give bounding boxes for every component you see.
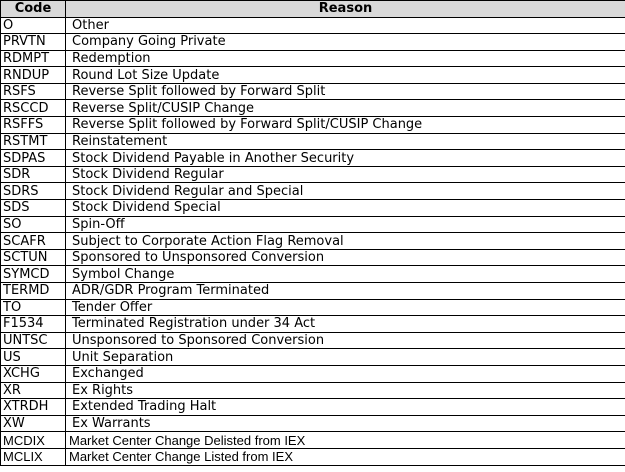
reason-cell: Stock Dividend Special (65, 199, 625, 217)
table-row: SYMCD Symbol Change (0, 265, 625, 283)
table-row: F1534 Terminated Registration under 34 Ac… (0, 315, 625, 333)
table-row: MCDIX Market Center Change Delisted from … (0, 431, 625, 449)
code-cell: RDMPT (0, 49, 66, 68)
table-row: SDRS Stock Dividend Regular and Special (0, 182, 625, 201)
reason-cell: Exchanged (65, 364, 625, 383)
table-row: SDPAS Stock Dividend Payable in Another S… (0, 149, 625, 167)
table-row: SDR Stock Dividend Regular (0, 165, 625, 184)
reason-cell: Ex Warrants (65, 414, 625, 433)
reason-cell: Unit Separation (65, 348, 625, 366)
reason-cell: Reverse Split/CUSIP Change (65, 99, 625, 118)
table-row: XCHG Exchanged (0, 364, 625, 383)
reason-cell: Other (65, 16, 625, 35)
reason-cell: Redemption (65, 49, 625, 68)
code-cell: F1534 (0, 315, 66, 333)
reason-cell: Tender Offer (65, 298, 625, 317)
code-cell: XTRDH (0, 398, 66, 416)
table-row: TERMD ADR/GDR Program Terminated (0, 282, 625, 300)
reason-cell: Stock Dividend Regular and Special (65, 182, 625, 201)
reason-cell: Ex Rights (65, 381, 625, 400)
table-row: RSFFS Reverse Split followed by Forward S… (0, 116, 625, 134)
reason-cell: Extended Trading Halt (65, 398, 625, 416)
reason-cell: Market Center Change Delisted from IEX (65, 431, 625, 449)
reason-cell: Terminated Registration under 34 Act (65, 315, 625, 333)
table-row: O Other (0, 16, 625, 35)
reason-codes-table: Code Reason O Other PRVTN Company Going Pri… (0, 0, 625, 466)
code-column-header: Code (0, 0, 66, 18)
code-cell: XR (0, 381, 66, 400)
table-row: XW Ex Warrants (0, 414, 625, 433)
table-header-row: Code Reason (0, 0, 625, 18)
reason-cell: Subject to Corporate Action Flag Removal (65, 232, 625, 250)
code-cell: RSTMT (0, 132, 66, 151)
code-cell: XW (0, 414, 66, 433)
table-row: SDS Stock Dividend Special (0, 199, 625, 217)
code-cell: RNDUP (0, 66, 66, 84)
table-row: PRVTN Company Going Private (0, 33, 625, 51)
table-row: RDMPT Redemption (0, 49, 625, 68)
code-cell: SCAFR (0, 232, 66, 250)
reason-cell: Unsponsored to Sponsored Conversion (65, 331, 625, 350)
code-cell: SDS (0, 199, 66, 217)
code-cell: XCHG (0, 364, 66, 383)
reason-cell: Market Center Change Listed from IEX (65, 447, 625, 466)
code-cell: RSCCD (0, 99, 66, 118)
code-cell: RSFFS (0, 116, 66, 134)
table-row: UNTSC Unsponsored to Sponsored Conversion (0, 331, 625, 350)
reason-cell: Sponsored to Unsponsored Conversion (65, 248, 625, 267)
code-cell: US (0, 348, 66, 366)
table-body: O Other PRVTN Company Going Private RDMPT Red… (0, 16, 625, 466)
code-cell: SDR (0, 165, 66, 184)
table-row: SCTUN Sponsored to Unsponsored Conversion (0, 248, 625, 267)
code-cell: SYMCD (0, 265, 66, 283)
table-row: RSFS Reverse Split followed by Forward Sp… (0, 82, 625, 101)
reason-cell: ADR/GDR Program Terminated (65, 282, 625, 300)
table-row: XTRDH Extended Trading Halt (0, 398, 625, 416)
code-cell: SDPAS (0, 149, 66, 167)
reason-cell: Stock Dividend Regular (65, 165, 625, 184)
reason-cell: Round Lot Size Update (65, 66, 625, 84)
reason-column-header: Reason (65, 0, 625, 18)
reason-cell: Spin-Off (65, 215, 625, 234)
table-row: XR Ex Rights (0, 381, 625, 400)
table-row: RNDUP Round Lot Size Update (0, 66, 625, 84)
code-cell: TO (0, 298, 66, 317)
code-cell: O (0, 16, 66, 35)
code-cell: MCDIX (0, 431, 66, 449)
reason-cell: Symbol Change (65, 265, 625, 283)
code-cell: PRVTN (0, 33, 66, 51)
table-row: RSTMT Reinstatement (0, 132, 625, 151)
table-row: RSCCD Reverse Split/CUSIP Change (0, 99, 625, 118)
code-cell: RSFS (0, 82, 66, 101)
code-cell: TERMD (0, 282, 66, 300)
reason-cell: Reverse Split followed by Forward Split (65, 82, 625, 101)
code-cell: SO (0, 215, 66, 234)
reason-cell: Stock Dividend Payable in Another Securi… (65, 149, 625, 167)
table-row: TO Tender Offer (0, 298, 625, 317)
reason-cell: Reinstatement (65, 132, 625, 151)
table-row: MCLIX Market Center Change Listed from IE… (0, 447, 625, 466)
code-cell: SCTUN (0, 248, 66, 267)
table-row: SO Spin-Off (0, 215, 625, 234)
table-row: US Unit Separation (0, 348, 625, 366)
reason-cell: Company Going Private (65, 33, 625, 51)
code-cell: MCLIX (0, 447, 66, 466)
reason-cell: Reverse Split followed by Forward Split/… (65, 116, 625, 134)
code-cell: SDRS (0, 182, 66, 201)
code-cell: UNTSC (0, 331, 66, 350)
table-row: SCAFR Subject to Corporate Action Flag Re… (0, 232, 625, 250)
